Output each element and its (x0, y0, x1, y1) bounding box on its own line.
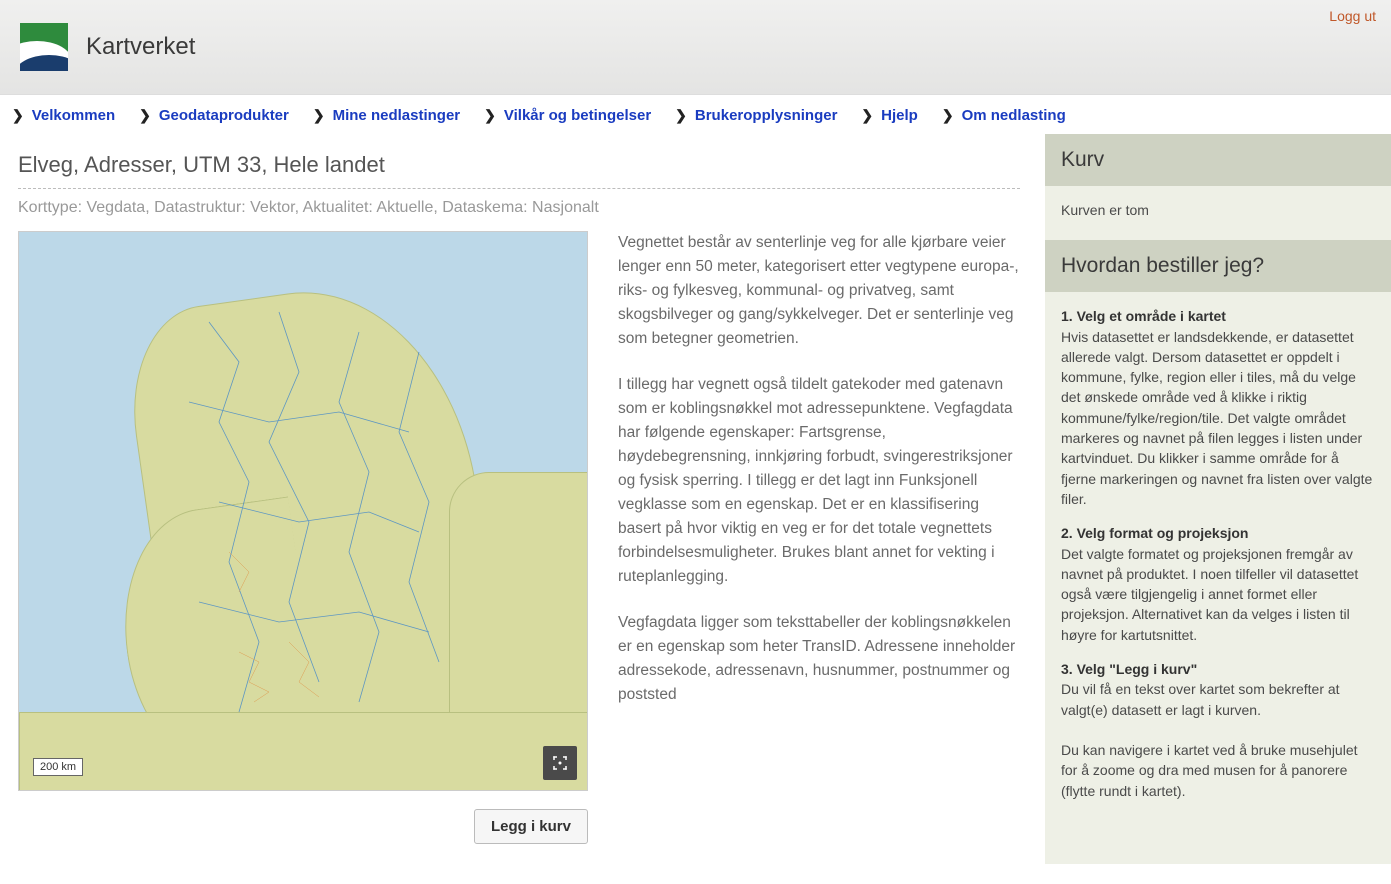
nav-brukeropplysninger[interactable]: ❯ Brukeropplysninger (675, 107, 837, 124)
help-nav-note: Du kan navigere i kartet ved å bruke mus… (1061, 740, 1375, 801)
chevron-right-icon: ❯ (675, 107, 687, 124)
help-step-text: Du vil få en tekst over kartet som bekre… (1061, 681, 1340, 717)
help-step-text: Hvis datasettet er landsdekkende, er dat… (1061, 329, 1372, 507)
main-column: Elveg, Adresser, UTM 33, Hele landet Kor… (0, 134, 1045, 862)
help-panel-title: Hvordan bestiller jeg? (1045, 240, 1391, 292)
help-panel-body: 1. Velg et område i kartet Hvis datasett… (1045, 292, 1391, 835)
nav-hjelp[interactable]: ❯ Hjelp (861, 107, 917, 124)
product-row: 200 km Legg i kurv (18, 231, 1020, 844)
main-nav: ❯ Velkommen ❯ Geodataprodukter ❯ Mine nedla… (0, 95, 1391, 134)
description-paragraph: Vegfagdata ligger som teksttabeller der … (618, 611, 1020, 707)
help-step: 2. Velg format og projeksjon Det valgte … (1061, 523, 1375, 645)
help-step: 1. Velg et område i kartet Hvis datasett… (1061, 306, 1375, 509)
logo-block: Kartverket (20, 23, 195, 71)
content-area: Elveg, Adresser, UTM 33, Hele landet Kor… (0, 134, 1391, 864)
add-to-cart-button[interactable]: Legg i kurv (474, 809, 588, 844)
nav-mine-nedlastinger[interactable]: ❯ Mine nedlastinger (313, 107, 460, 124)
fullscreen-icon (551, 754, 569, 772)
add-cart-row: Legg i kurv (18, 809, 588, 844)
nav-label: Velkommen (32, 107, 115, 124)
nav-label: Geodataprodukter (159, 107, 289, 124)
logout-link[interactable]: Logg ut (1329, 8, 1376, 24)
page-title: Elveg, Adresser, UTM 33, Hele landet (18, 152, 1020, 178)
map-column: 200 km Legg i kurv (18, 231, 588, 844)
description-paragraph: I tillegg har vegnett også tildelt gatek… (618, 373, 1020, 589)
sidebar: Kurv Kurven er tom Hvordan bestiller jeg… (1045, 134, 1391, 864)
nav-label: Hjelp (881, 107, 918, 124)
chevron-right-icon: ❯ (139, 107, 151, 124)
nav-vilkar[interactable]: ❯ Vilkår og betingelser (484, 107, 651, 124)
chevron-right-icon: ❯ (313, 107, 325, 124)
product-meta: Korttype: Vegdata, Datastruktur: Vektor,… (18, 199, 1020, 217)
nav-om-nedlasting[interactable]: ❯ Om nedlasting (942, 107, 1066, 124)
chevron-right-icon: ❯ (942, 107, 954, 124)
nav-label: Vilkår og betingelser (504, 107, 651, 124)
help-step-heading: 3. Velg "Legg i kurv" (1061, 661, 1197, 677)
help-step: 3. Velg "Legg i kurv" Du vil få en tekst… (1061, 659, 1375, 720)
nav-velkommen[interactable]: ❯ Velkommen (12, 107, 115, 124)
cart-empty-text: Kurven er tom (1061, 202, 1149, 218)
site-title: Kartverket (86, 33, 195, 61)
help-step-heading: 1. Velg et område i kartet (1061, 308, 1226, 324)
site-header: Kartverket Logg ut (0, 0, 1391, 95)
help-step-heading: 2. Velg format og projeksjon (1061, 525, 1248, 541)
product-description: Vegnettet består av senterlinje veg for … (618, 231, 1020, 729)
kartverket-logo-icon (20, 23, 68, 71)
divider (18, 188, 1020, 189)
help-step-text: Det valgte formatet og projeksjonen frem… (1061, 546, 1358, 643)
map-canvas[interactable]: 200 km (18, 231, 588, 791)
fullscreen-button[interactable] (543, 746, 577, 780)
nav-label: Brukeropplysninger (695, 107, 838, 124)
nav-geodataprodukter[interactable]: ❯ Geodataprodukter (139, 107, 289, 124)
description-paragraph: Vegnettet består av senterlinje veg for … (618, 231, 1020, 351)
cart-panel-body: Kurven er tom (1045, 186, 1391, 240)
cart-panel-title: Kurv (1045, 134, 1391, 186)
chevron-right-icon: ❯ (484, 107, 496, 124)
map-landmass (19, 712, 588, 791)
map-scale-label: 200 km (33, 758, 83, 776)
nav-label: Mine nedlastinger (333, 107, 461, 124)
chevron-right-icon: ❯ (12, 107, 24, 124)
nav-label: Om nedlasting (962, 107, 1066, 124)
chevron-right-icon: ❯ (861, 107, 873, 124)
